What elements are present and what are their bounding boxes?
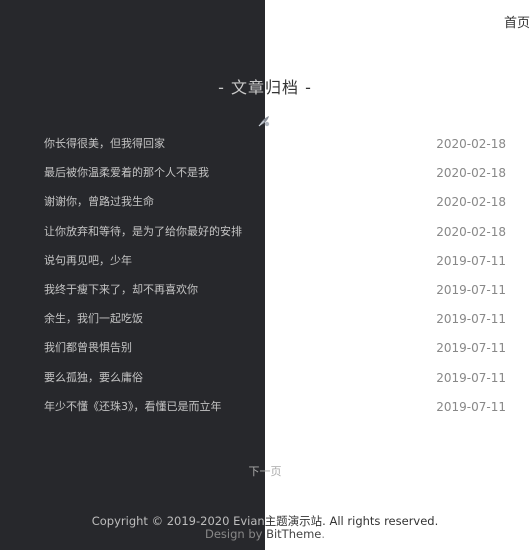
list-item: 余生，我们一起吃饭 2019-07-11 xyxy=(0,306,530,335)
post-date: 2019-07-11 xyxy=(436,370,506,385)
post-title-link[interactable]: 年少不懂《还珠3》，看懂已是而立年 xyxy=(44,398,222,414)
page-title: - 文章归档 - xyxy=(0,74,530,98)
post-date: 2019-07-11 xyxy=(436,399,506,414)
post-date: 2020-02-18 xyxy=(436,137,506,151)
post-title-link[interactable]: 要么孤独，要么庸俗 xyxy=(44,369,143,385)
next-page-link[interactable]: 下一页 xyxy=(0,463,530,479)
post-title-link[interactable]: 最后被你温柔爱着的那个人不是我 xyxy=(44,164,209,180)
post-title-link[interactable]: 你长得很美，但我得回家 xyxy=(44,135,165,151)
list-item: 要么孤独，要么庸俗 2019-07-11 xyxy=(0,365,530,394)
post-date: 2020-02-18 xyxy=(436,224,506,239)
list-item: 最后被你温柔爱着的那个人不是我 2020-02-18 xyxy=(0,160,530,189)
list-item: 我终于瘦下来了，却不再喜欢你 2019-07-11 xyxy=(0,277,530,306)
list-item: 说句再见吧，少年 2019-07-11 xyxy=(0,248,530,277)
footer-design-credit: Design by BitTheme. xyxy=(0,528,530,541)
post-date: 2019-07-11 xyxy=(436,282,506,297)
post-title-link[interactable]: 让你放弃和等待，是为了给你最好的安排 xyxy=(44,223,242,239)
list-item: 我们都曾畏惧告别 2019-07-11 xyxy=(0,335,530,364)
post-date: 2019-07-11 xyxy=(436,341,506,356)
archive-post-list: 你长得很美，但我得回家 2020-02-18 最后被你温柔爱着的那个人不是我 2… xyxy=(0,131,530,423)
post-date: 2020-02-18 xyxy=(436,166,506,181)
list-item: 让你放弃和等待，是为了给你最好的安排 2020-02-18 xyxy=(0,219,530,248)
post-title-link[interactable]: 余生，我们一起吃饭 xyxy=(44,310,143,326)
feather-pen-icon xyxy=(258,116,270,127)
nav-home-link[interactable]: 首页 xyxy=(504,12,530,31)
footer-copyright-left: Copyright © 2019-2020 Evian xyxy=(91,514,265,528)
list-item: 谢谢你，曾路过我生命 2020-02-18 xyxy=(0,189,530,218)
footer-design-prefix: Design by xyxy=(204,527,267,541)
footer-design-suffix: . xyxy=(321,527,326,541)
list-item: 年少不懂《还珠3》，看懂已是而立年 2019-07-11 xyxy=(0,394,530,423)
post-date: 2019-07-11 xyxy=(436,312,506,327)
footer: Copyright © 2019-2020 Evian主题演示站. All ri… xyxy=(0,515,530,541)
post-date: 2019-07-11 xyxy=(436,253,506,268)
page-title-left: - 文章 xyxy=(218,78,265,97)
post-title-link[interactable]: 我们都曾畏惧告别 xyxy=(44,339,132,355)
footer-copyright-right: 主题演示站. All rights reserved. xyxy=(264,514,439,528)
post-title-link[interactable]: 说句再见吧，少年 xyxy=(44,252,132,268)
post-title-link[interactable]: 我终于瘦下来了，却不再喜欢你 xyxy=(44,281,198,297)
post-title-link[interactable]: 谢谢你，曾路过我生命 xyxy=(44,193,154,209)
post-date: 2020-02-18 xyxy=(436,195,506,210)
list-item: 你长得很美，但我得回家 2020-02-18 xyxy=(0,131,530,160)
page-title-right: 归档 - xyxy=(265,78,312,97)
bittheme-link[interactable]: BitTheme xyxy=(266,527,321,541)
